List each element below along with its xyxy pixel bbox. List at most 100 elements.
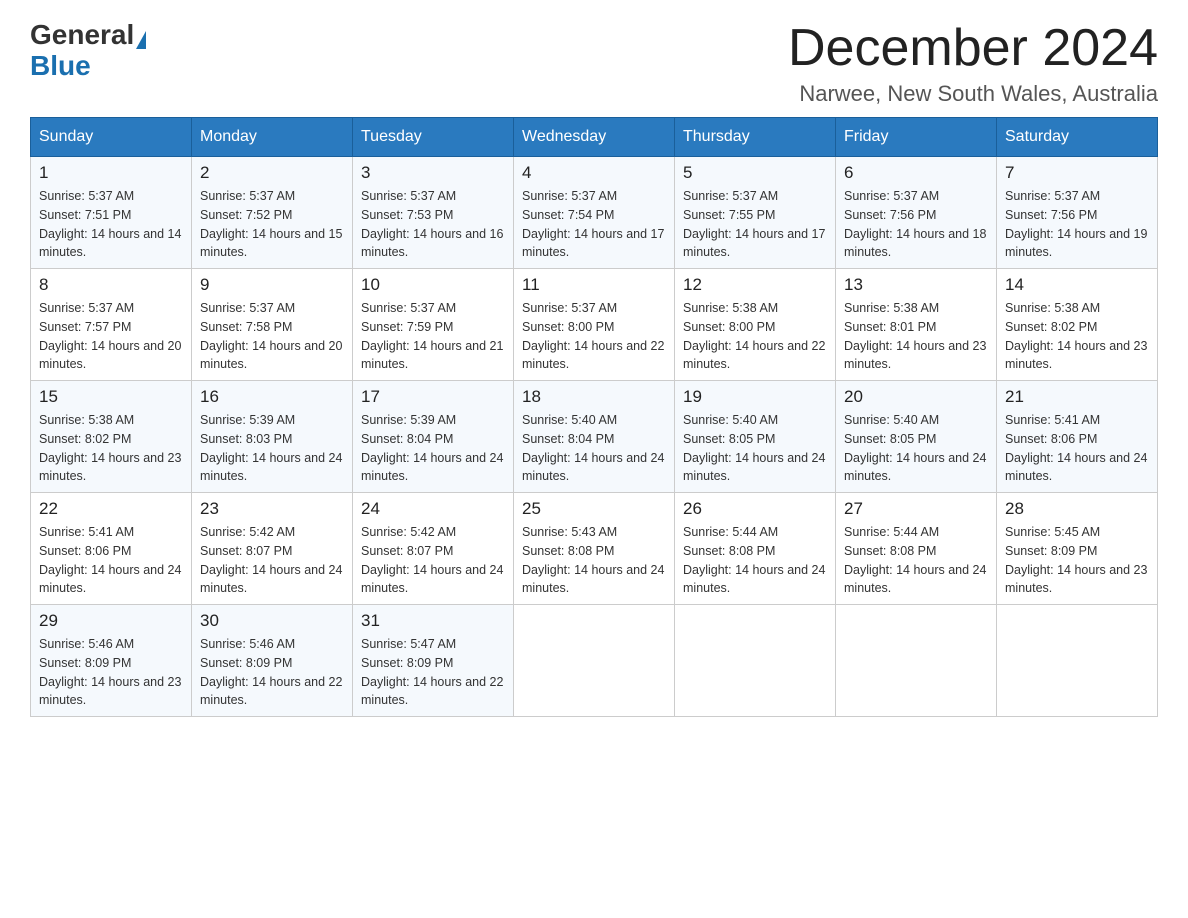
daylight-label: Daylight: 14 hours and 24 minutes. (522, 563, 664, 596)
day-info: Sunrise: 5:41 AM Sunset: 8:06 PM Dayligh… (39, 523, 183, 598)
day-info: Sunrise: 5:46 AM Sunset: 8:09 PM Dayligh… (39, 635, 183, 710)
title-section: December 2024 Narwee, New South Wales, A… (788, 20, 1158, 107)
sunrise-label: Sunrise: 5:37 AM (361, 301, 456, 315)
sunset-label: Sunset: 8:09 PM (1005, 544, 1097, 558)
day-number: 10 (361, 275, 505, 295)
day-info: Sunrise: 5:37 AM Sunset: 7:56 PM Dayligh… (1005, 187, 1149, 262)
sunset-label: Sunset: 8:04 PM (361, 432, 453, 446)
logo-triangle-icon (136, 31, 146, 49)
sunrise-label: Sunrise: 5:37 AM (39, 301, 134, 315)
day-number: 17 (361, 387, 505, 407)
day-number: 22 (39, 499, 183, 519)
daylight-label: Daylight: 14 hours and 24 minutes. (361, 563, 503, 596)
sunrise-label: Sunrise: 5:47 AM (361, 637, 456, 651)
sunset-label: Sunset: 7:58 PM (200, 320, 292, 334)
day-cell: 30 Sunrise: 5:46 AM Sunset: 8:09 PM Dayl… (192, 605, 353, 717)
sunset-label: Sunset: 8:02 PM (39, 432, 131, 446)
logo-general-text: General (30, 19, 134, 50)
sunrise-label: Sunrise: 5:37 AM (200, 189, 295, 203)
day-number: 15 (39, 387, 183, 407)
daylight-label: Daylight: 14 hours and 21 minutes. (361, 339, 503, 372)
day-number: 23 (200, 499, 344, 519)
sunrise-label: Sunrise: 5:42 AM (200, 525, 295, 539)
sunset-label: Sunset: 7:56 PM (844, 208, 936, 222)
week-row-2: 8 Sunrise: 5:37 AM Sunset: 7:57 PM Dayli… (31, 269, 1158, 381)
day-number: 21 (1005, 387, 1149, 407)
daylight-label: Daylight: 14 hours and 23 minutes. (844, 339, 986, 372)
day-cell: 12 Sunrise: 5:38 AM Sunset: 8:00 PM Dayl… (675, 269, 836, 381)
daylight-label: Daylight: 14 hours and 24 minutes. (361, 451, 503, 484)
col-saturday: Saturday (997, 118, 1158, 157)
day-number: 25 (522, 499, 666, 519)
day-cell: 23 Sunrise: 5:42 AM Sunset: 8:07 PM Dayl… (192, 493, 353, 605)
day-cell: 8 Sunrise: 5:37 AM Sunset: 7:57 PM Dayli… (31, 269, 192, 381)
sunrise-label: Sunrise: 5:41 AM (1005, 413, 1100, 427)
daylight-label: Daylight: 14 hours and 19 minutes. (1005, 227, 1147, 260)
daylight-label: Daylight: 14 hours and 23 minutes. (39, 675, 181, 708)
day-cell: 5 Sunrise: 5:37 AM Sunset: 7:55 PM Dayli… (675, 157, 836, 269)
day-number: 20 (844, 387, 988, 407)
day-cell: 21 Sunrise: 5:41 AM Sunset: 8:06 PM Dayl… (997, 381, 1158, 493)
day-cell: 2 Sunrise: 5:37 AM Sunset: 7:52 PM Dayli… (192, 157, 353, 269)
day-number: 12 (683, 275, 827, 295)
day-info: Sunrise: 5:37 AM Sunset: 7:58 PM Dayligh… (200, 299, 344, 374)
day-info: Sunrise: 5:44 AM Sunset: 8:08 PM Dayligh… (683, 523, 827, 598)
calendar-body: 1 Sunrise: 5:37 AM Sunset: 7:51 PM Dayli… (31, 157, 1158, 717)
day-cell: 15 Sunrise: 5:38 AM Sunset: 8:02 PM Dayl… (31, 381, 192, 493)
daylight-label: Daylight: 14 hours and 18 minutes. (844, 227, 986, 260)
sunset-label: Sunset: 7:51 PM (39, 208, 131, 222)
sunset-label: Sunset: 8:09 PM (361, 656, 453, 670)
sunrise-label: Sunrise: 5:39 AM (361, 413, 456, 427)
day-info: Sunrise: 5:40 AM Sunset: 8:05 PM Dayligh… (844, 411, 988, 486)
sunset-label: Sunset: 8:07 PM (200, 544, 292, 558)
day-number: 19 (683, 387, 827, 407)
day-number: 4 (522, 163, 666, 183)
sunrise-label: Sunrise: 5:37 AM (844, 189, 939, 203)
sunrise-label: Sunrise: 5:44 AM (683, 525, 778, 539)
day-cell: 13 Sunrise: 5:38 AM Sunset: 8:01 PM Dayl… (836, 269, 997, 381)
sunrise-label: Sunrise: 5:40 AM (683, 413, 778, 427)
sunrise-label: Sunrise: 5:39 AM (200, 413, 295, 427)
daylight-label: Daylight: 14 hours and 17 minutes. (683, 227, 825, 260)
col-tuesday: Tuesday (353, 118, 514, 157)
logo-general-line: General (30, 20, 146, 51)
sunrise-label: Sunrise: 5:37 AM (1005, 189, 1100, 203)
day-cell: 11 Sunrise: 5:37 AM Sunset: 8:00 PM Dayl… (514, 269, 675, 381)
sunrise-label: Sunrise: 5:46 AM (200, 637, 295, 651)
daylight-label: Daylight: 14 hours and 24 minutes. (39, 563, 181, 596)
daylight-label: Daylight: 14 hours and 24 minutes. (844, 563, 986, 596)
col-sunday: Sunday (31, 118, 192, 157)
week-row-3: 15 Sunrise: 5:38 AM Sunset: 8:02 PM Dayl… (31, 381, 1158, 493)
daylight-label: Daylight: 14 hours and 17 minutes. (522, 227, 664, 260)
daylight-label: Daylight: 14 hours and 23 minutes. (1005, 339, 1147, 372)
sunset-label: Sunset: 7:56 PM (1005, 208, 1097, 222)
day-number: 8 (39, 275, 183, 295)
day-number: 28 (1005, 499, 1149, 519)
logo: General Blue (30, 20, 146, 82)
daylight-label: Daylight: 14 hours and 24 minutes. (522, 451, 664, 484)
page-header: General Blue December 2024 Narwee, New S… (30, 20, 1158, 107)
day-cell: 19 Sunrise: 5:40 AM Sunset: 8:05 PM Dayl… (675, 381, 836, 493)
day-number: 5 (683, 163, 827, 183)
day-cell (514, 605, 675, 717)
sunrise-label: Sunrise: 5:37 AM (361, 189, 456, 203)
day-info: Sunrise: 5:37 AM Sunset: 7:51 PM Dayligh… (39, 187, 183, 262)
day-number: 3 (361, 163, 505, 183)
daylight-label: Daylight: 14 hours and 24 minutes. (1005, 451, 1147, 484)
sunrise-label: Sunrise: 5:38 AM (844, 301, 939, 315)
sunrise-label: Sunrise: 5:43 AM (522, 525, 617, 539)
day-info: Sunrise: 5:41 AM Sunset: 8:06 PM Dayligh… (1005, 411, 1149, 486)
day-info: Sunrise: 5:40 AM Sunset: 8:04 PM Dayligh… (522, 411, 666, 486)
sunset-label: Sunset: 7:53 PM (361, 208, 453, 222)
day-cell: 25 Sunrise: 5:43 AM Sunset: 8:08 PM Dayl… (514, 493, 675, 605)
daylight-label: Daylight: 14 hours and 23 minutes. (39, 451, 181, 484)
day-cell: 28 Sunrise: 5:45 AM Sunset: 8:09 PM Dayl… (997, 493, 1158, 605)
day-info: Sunrise: 5:38 AM Sunset: 8:02 PM Dayligh… (39, 411, 183, 486)
daylight-label: Daylight: 14 hours and 24 minutes. (683, 451, 825, 484)
day-info: Sunrise: 5:37 AM Sunset: 7:59 PM Dayligh… (361, 299, 505, 374)
day-cell: 31 Sunrise: 5:47 AM Sunset: 8:09 PM Dayl… (353, 605, 514, 717)
day-number: 1 (39, 163, 183, 183)
sunrise-label: Sunrise: 5:37 AM (522, 301, 617, 315)
sunrise-label: Sunrise: 5:38 AM (39, 413, 134, 427)
sunrise-label: Sunrise: 5:44 AM (844, 525, 939, 539)
